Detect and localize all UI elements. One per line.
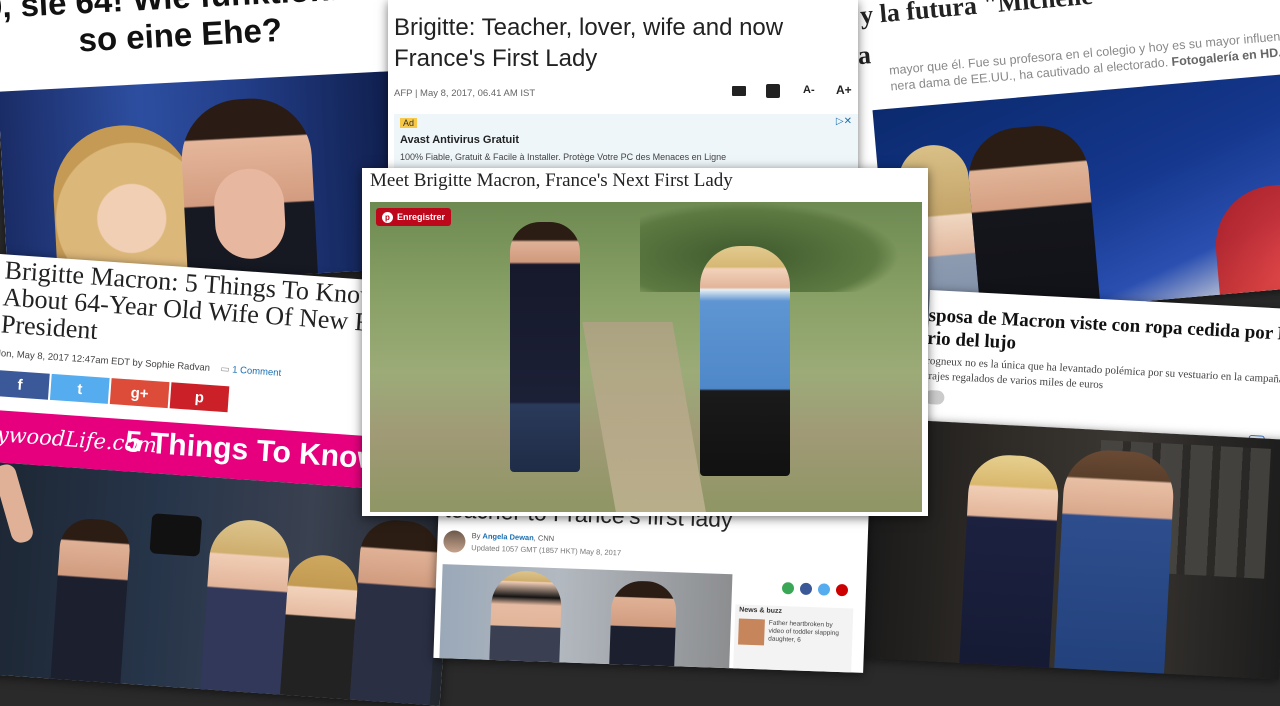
- photo-woman-navy-dress: [958, 453, 1061, 678]
- cnn-author[interactable]: Angela Dewan: [482, 532, 534, 543]
- photo-young-woman: [278, 552, 360, 706]
- facebook-share-button[interactable]: f: [0, 369, 50, 400]
- ad-close-icon[interactable]: ▷✕: [836, 116, 852, 127]
- author-avatar: [443, 530, 466, 553]
- photo-man-blue-suit: [1053, 448, 1176, 680]
- hl-comments[interactable]: 1 Comment: [232, 364, 282, 378]
- photo-camera: [149, 513, 203, 557]
- twitter-share-button[interactable]: t: [49, 373, 110, 404]
- clipping-german: 39, sie 64! Wie funktioniert so eine Ehe…: [0, 0, 408, 290]
- hl-banner-text: 5 Things To Know!: [124, 425, 392, 477]
- pinterest-share-button[interactable]: p: [169, 382, 230, 413]
- photo-macron-waving: [49, 516, 132, 702]
- photo-raised-hand: [0, 462, 36, 546]
- google-share-button[interactable]: g+: [109, 378, 170, 409]
- ad-badge: Ad: [400, 118, 418, 128]
- hl-share-bar: f t g+ p: [0, 369, 231, 413]
- pin-save-button[interactable]: p Enregistrer: [376, 208, 452, 226]
- ad-text: 100% Fiable, Gratuit & Facile à Installe…: [400, 152, 727, 162]
- photo-brigitte-blue-coat: [700, 246, 790, 476]
- facebook-share-icon[interactable]: [799, 582, 813, 596]
- twitter-share-icon[interactable]: [817, 583, 831, 596]
- cnn-byline: By Angela Dewan, CNN: [472, 531, 555, 543]
- cnn-updated: Updated 1057 GMT (1857 HKT) May 8, 2017: [471, 543, 622, 558]
- spanish-headline: y la futura "Michelle: [858, 0, 1094, 30]
- photo-macron-cnn: [608, 580, 678, 673]
- german-headline: 39, sie 64! Wie funktioniert so eine Ehe…: [0, 0, 396, 64]
- email-share-icon[interactable]: [781, 582, 795, 595]
- news-thumb: [738, 618, 765, 646]
- news-item[interactable]: Father heartbroken by video of toddler s…: [768, 620, 849, 647]
- comment-icon[interactable]: ▭: [220, 364, 230, 376]
- photo-brigitte-sunglasses: [488, 569, 563, 673]
- news-buzz-panel[interactable]: News & buzz Father heartbroken by video …: [732, 604, 854, 673]
- cnn-share-icons: [781, 582, 862, 599]
- meet-headline: Meet Brigitte Macron, France's Next Firs…: [370, 170, 733, 191]
- afp-meta: AFP | May 8, 2017, 06.41 AM IST: [394, 88, 536, 99]
- cnn-photo: [439, 564, 733, 673]
- font-decrease-button[interactable]: A-: [803, 84, 815, 96]
- print-icon[interactable]: [766, 84, 780, 98]
- pin-save-label: Enregistrer: [397, 212, 446, 222]
- ad-box[interactable]: Ad ▷✕ Avast Antivirus Gratuit 100% Fiabl…: [394, 114, 858, 174]
- ad-title[interactable]: Avast Antivirus Gratuit: [400, 134, 519, 146]
- photo-man-right: [348, 517, 443, 706]
- photo-macron-coat: [510, 222, 580, 472]
- more-share-icon[interactable]: [835, 583, 849, 597]
- clipping-meet-brigitte: Meet Brigitte Macron, France's Next Firs…: [362, 168, 928, 516]
- pinterest-icon: p: [382, 211, 393, 223]
- cnn-outlet: , CNN: [533, 533, 555, 544]
- photo-brigitte: [198, 517, 292, 706]
- photo-flag-red: [1210, 177, 1280, 321]
- photo-hand: [212, 167, 287, 261]
- email-icon[interactable]: [732, 86, 746, 96]
- spanish-headline-tail: a: [856, 40, 872, 71]
- news-buzz-title: News & buzz: [739, 606, 783, 616]
- hl-date: Mon, May 8, 2017 12:47am EDT by: [0, 347, 143, 370]
- font-increase-button[interactable]: A+: [836, 83, 852, 97]
- meet-walking-photo: p Enregistrer: [370, 202, 922, 512]
- german-kiss-photo: [0, 70, 408, 290]
- afp-headline: Brigitte: Teacher, lover, wife and now F…: [394, 14, 784, 72]
- hl-author[interactable]: Sophie Radvan: [145, 358, 211, 374]
- photo-path: [582, 322, 708, 512]
- byline-prefix: By: [471, 531, 481, 541]
